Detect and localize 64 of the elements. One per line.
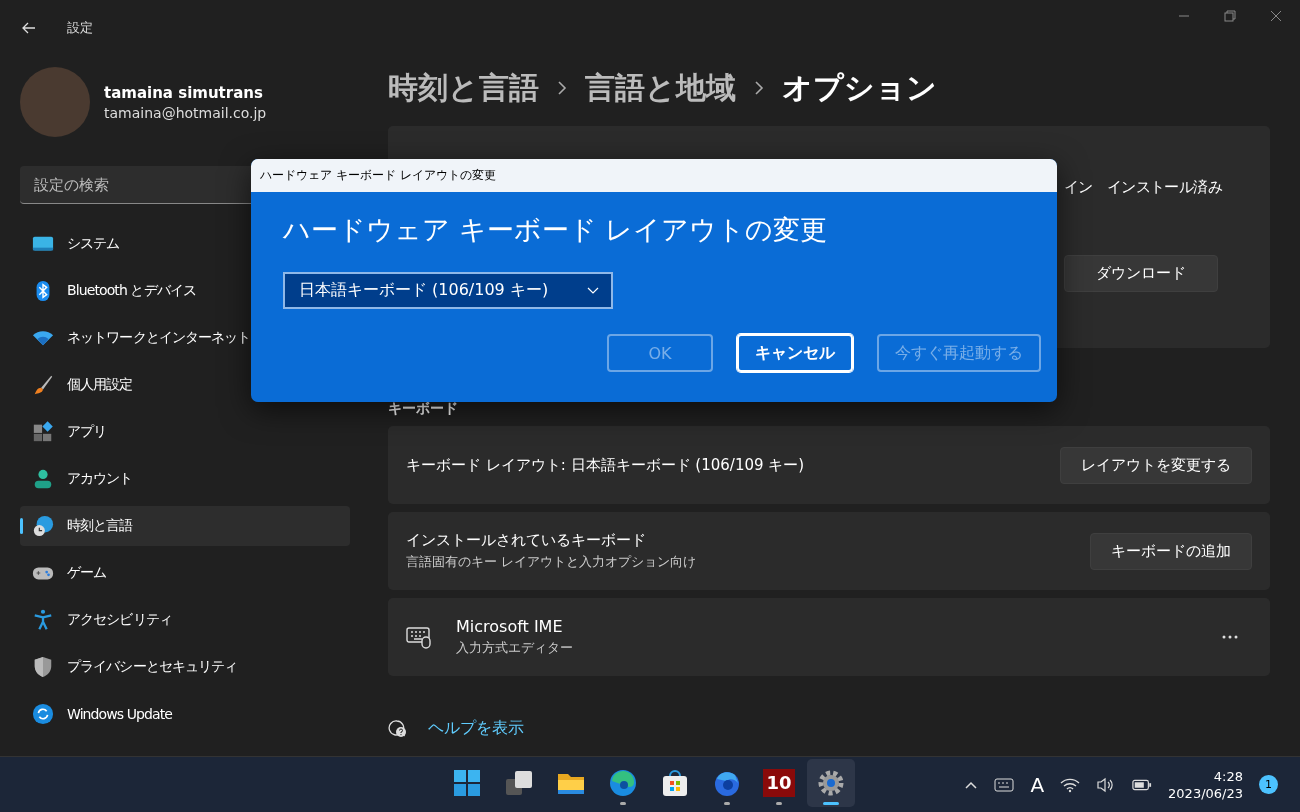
update-icon <box>32 703 54 725</box>
keyboard-icon[interactable] <box>994 776 1015 793</box>
nav-item[interactable]: アクセシビリティ <box>20 600 350 640</box>
nav-item[interactable]: 時刻と言語 <box>20 506 350 546</box>
breadcrumb-item[interactable]: 言語と地域 <box>585 67 736 109</box>
accessibility-icon <box>32 609 54 631</box>
nav-item[interactable]: 個人用設定 <box>20 365 350 405</box>
download-button[interactable]: ダウンロード <box>1064 255 1218 292</box>
section-heading: キーボード <box>388 400 459 418</box>
layout-dropdown[interactable]: 日本語キーボード (106/109 キー) <box>283 272 613 309</box>
account-name: tamaina simutrans <box>104 83 264 102</box>
add-keyboard-button[interactable]: キーボードの追加 <box>1090 532 1252 570</box>
task-view-icon <box>505 769 533 797</box>
chevron-right-icon <box>557 80 567 96</box>
breadcrumb-item[interactable]: 時刻と言語 <box>388 67 539 109</box>
keyboard-icon <box>406 625 432 649</box>
chevron-down-icon <box>587 286 599 295</box>
windows-logo-icon <box>453 769 481 797</box>
restore-icon[interactable] <box>1224 10 1236 22</box>
apps-icon <box>32 421 54 443</box>
card-title: Microsoft IME <box>456 617 564 636</box>
shield-icon <box>32 656 54 678</box>
store-bag-icon <box>661 769 689 797</box>
taskbar-app[interactable]: 10 <box>755 759 803 807</box>
notification-badge[interactable]: 1 <box>1259 775 1278 794</box>
dialog-button[interactable]: キャンセル <box>737 334 853 372</box>
card-title: インストールされているキーボード <box>406 531 647 550</box>
nav-item[interactable]: ゲーム <box>20 553 350 593</box>
breadcrumb-item: オプション <box>782 68 937 107</box>
clock[interactable]: 4:28 2023/06/23 <box>1168 768 1243 801</box>
nav-item[interactable]: ネットワークとインターネット <box>20 318 350 358</box>
change-layout-button[interactable]: レイアウトを変更する <box>1060 446 1252 484</box>
chevron-up-icon[interactable] <box>964 779 979 790</box>
card-subtitle: 入力方式エディター <box>456 639 574 657</box>
nav-item[interactable]: プライバシーとセキュリティ <box>20 647 350 687</box>
running-indicator <box>823 802 839 805</box>
ime-indicator[interactable]: A <box>1030 772 1045 797</box>
back-icon[interactable] <box>21 20 37 36</box>
nav-item[interactable]: アカウント <box>20 459 350 499</box>
browser-icon <box>609 769 637 797</box>
more-icon[interactable] <box>1222 635 1238 639</box>
brush-icon <box>32 374 54 396</box>
layout-label: キーボード レイアウト: 日本語キーボード (106/109 キー) <box>406 455 805 475</box>
help-icon <box>388 718 408 739</box>
running-indicator <box>776 802 782 805</box>
fox-globe-icon <box>713 769 741 797</box>
account-email: tamaina@hotmail.co.jp <box>104 104 267 121</box>
wifi-icon[interactable] <box>1060 776 1081 793</box>
settings-icon <box>817 769 845 797</box>
nav-item[interactable]: Windows Update <box>20 694 350 734</box>
card-subtitle: 言語固有のキー レイアウトと入力オプション向け <box>406 553 697 571</box>
chevron-right-icon <box>754 80 764 96</box>
dialog-heading: ハードウェア キーボード レイアウトの変更 <box>283 213 829 247</box>
close-icon[interactable] <box>1270 10 1282 22</box>
person-icon <box>32 468 54 490</box>
nav-item[interactable]: アプリ <box>20 412 350 452</box>
running-indicator <box>620 802 626 805</box>
card-text: インストール済み <box>1106 178 1222 197</box>
window-title: 設定 <box>67 19 93 37</box>
app-tile: 10 <box>763 769 795 797</box>
globe-clock-icon <box>32 515 54 537</box>
card-text: イン <box>1064 178 1093 197</box>
help-link[interactable]: ヘルプを表示 <box>428 718 524 739</box>
running-indicator <box>724 802 730 805</box>
